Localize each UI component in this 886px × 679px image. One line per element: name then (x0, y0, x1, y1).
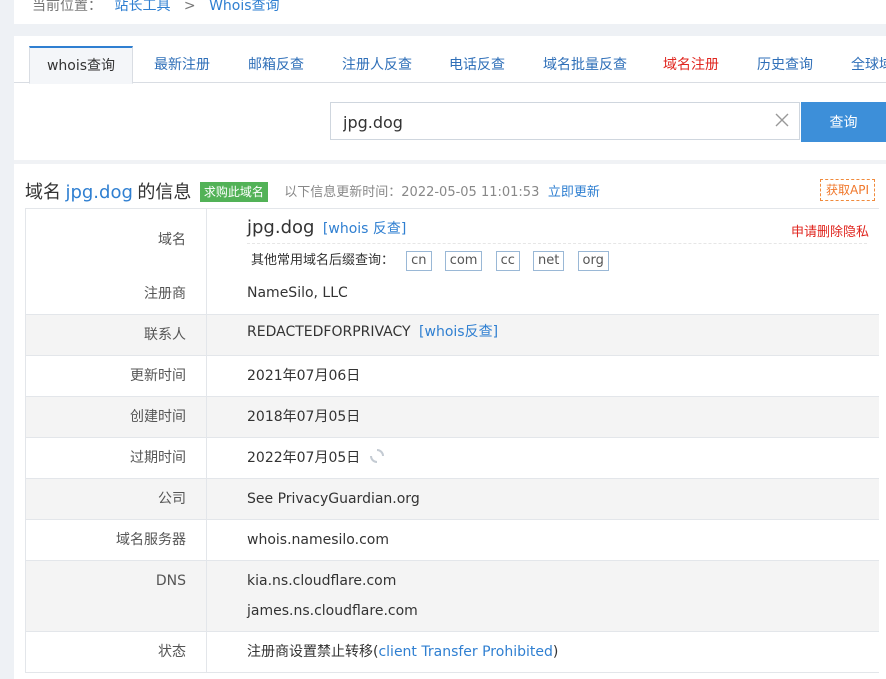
table-row-status: 状态 注册商设置禁止转移(client Transfer Prohibited) (26, 632, 879, 673)
row-label-registrar: 注册商 (144, 286, 186, 302)
updated-value: 2021年07月06日 (247, 368, 361, 384)
table-row-updated: 更新时间 2021年07月06日 (26, 356, 879, 397)
row-label-expires: 过期时间 (26, 438, 207, 478)
registrar-value: NameSilo, LLC (247, 285, 348, 301)
tab-email-reverse[interactable]: 邮箱反查 (248, 46, 304, 82)
domain-value: jpg.dog (247, 217, 315, 238)
info-title-suffix: 的信息 (137, 182, 192, 203)
domain-whois-reverse-link[interactable]: [whois 反查] (323, 221, 406, 237)
row-label-updated: 更新时间 (26, 356, 207, 396)
tab-global-domain[interactable]: 全球域 (851, 46, 886, 82)
tab-latest-registrations[interactable]: 最新注册 (154, 46, 210, 82)
breadcrumb-bar: 当前位置： 站长工具 > Whois查询 (14, 0, 886, 24)
row-label-dns: DNS (26, 561, 207, 631)
refresh-spinner-icon[interactable] (369, 448, 385, 464)
info-domain-link[interactable]: jpg.dog (65, 182, 132, 203)
table-row-created: 创建时间 2018年07月05日 (26, 397, 879, 438)
row-label-status: 状态 (26, 632, 207, 672)
whois-server-value: whois.namesilo.com (247, 532, 389, 548)
status-suffix: ) (552, 644, 559, 660)
suffix-tag-cc[interactable]: cc (495, 251, 520, 271)
suffix-query-label: 其他常用域名后缀查询： (251, 253, 395, 268)
status-prefix: 注册商设置禁止转移( (247, 644, 379, 660)
breadcrumb: 当前位置： 站长工具 > Whois查询 (32, 0, 280, 14)
contact-value: REDACTEDFORPRIVACY (247, 324, 411, 340)
table-row-company: 公司 See PrivacyGuardian.org (26, 479, 879, 520)
whois-table: 域名 jpg.dog [whois 反查] 申请删除隐私 其他常用域名后缀查询：… (25, 208, 879, 673)
tab-history[interactable]: 历史查询 (757, 46, 813, 82)
tab-bulk-domain-reverse[interactable]: 域名批量反查 (543, 46, 627, 82)
breadcrumb-prefix: 当前位置： (32, 0, 102, 14)
tab-bar: whois查询 最新注册 邮箱反查 注册人反查 电话反查 域名批量反查 域名注册… (14, 46, 886, 84)
tab-domain-registration[interactable]: 域名注册 (663, 46, 719, 82)
update-time-text: 以下信息更新时间：2022-05-05 11:01:53 (284, 185, 540, 200)
suffix-tag-org[interactable]: org (577, 251, 609, 271)
search-box (330, 102, 800, 141)
row-label-whois-server: 域名服务器 (26, 520, 207, 560)
breadcrumb-separator: > (183, 0, 196, 14)
buy-domain-badge[interactable]: 求购此域名 (199, 182, 268, 202)
dns-value-1: kia.ns.cloudflare.com (247, 573, 397, 589)
table-row-expires: 过期时间 2022年07月05日 (26, 438, 879, 479)
search-input[interactable] (341, 103, 765, 141)
update-now-link[interactable]: 立即更新 (548, 185, 600, 200)
suffix-tag-cn[interactable]: cn (406, 251, 432, 271)
row-label-created: 创建时间 (26, 397, 207, 437)
contact-whois-reverse-link[interactable]: [whois反查] (419, 324, 498, 340)
request-remove-privacy-link[interactable]: 申请删除隐私 (791, 221, 869, 240)
company-value: See PrivacyGuardian.org (247, 491, 420, 507)
status-link[interactable]: client Transfer Prohibited (378, 644, 552, 660)
breadcrumb-link-whois[interactable]: Whois查询 (209, 0, 279, 14)
table-row-contact: 联系人 REDACTEDFORPRIVACY [whois反查] (26, 315, 879, 356)
suffix-tag-com[interactable]: com (444, 251, 483, 271)
domain-row-divider (247, 243, 867, 244)
row-label-contact: 联系人 (26, 315, 207, 355)
tab-whois[interactable]: whois查询 (29, 46, 133, 84)
tab-registrant-reverse[interactable]: 注册人反查 (342, 46, 412, 82)
table-row-domain: 域名 jpg.dog [whois 反查] 申请删除隐私 其他常用域名后缀查询：… (26, 209, 879, 315)
created-value: 2018年07月05日 (247, 409, 361, 425)
table-row-whois-server: 域名服务器 whois.namesilo.com (26, 520, 879, 561)
main-card: whois查询 最新注册 邮箱反查 注册人反查 电话反查 域名批量反查 域名注册… (14, 36, 886, 679)
expires-value: 2022年07月05日 (247, 450, 361, 466)
clear-icon[interactable] (773, 111, 791, 129)
info-title-prefix: 域名 (25, 182, 61, 203)
breadcrumb-link-webmaster-tools[interactable]: 站长工具 (114, 0, 170, 14)
table-row-dns: DNS kia.ns.cloudflare.com james.ns.cloud… (26, 561, 879, 632)
suffix-tag-net[interactable]: net (533, 251, 565, 271)
row-label-company: 公司 (26, 479, 207, 519)
tab-phone-reverse[interactable]: 电话反查 (449, 46, 505, 82)
dns-value-2: james.ns.cloudflare.com (247, 603, 418, 619)
info-heading: 域名 jpg.dog 的信息 求购此域名 以下信息更新时间：2022-05-05… (25, 178, 600, 203)
section-divider (14, 160, 886, 164)
search-button[interactable]: 查询 (801, 102, 886, 142)
get-api-button[interactable]: 获取API (820, 179, 875, 201)
